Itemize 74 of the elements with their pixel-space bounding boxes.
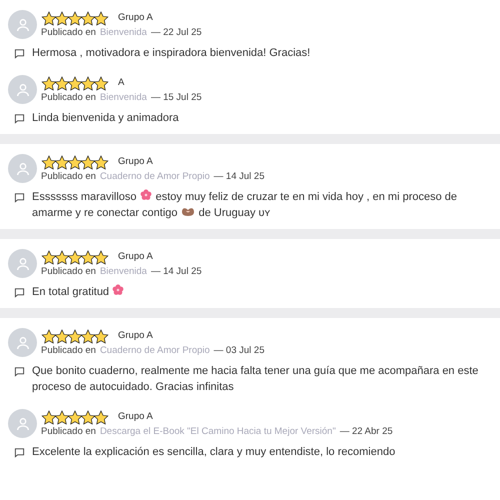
group-label: Grupo A xyxy=(118,329,153,344)
place-link[interactable]: Descarga el E-Book "El Camino Hacia tu Mejor Versión" xyxy=(100,426,336,438)
posted-label: Publicado en xyxy=(41,26,96,38)
star-icon xyxy=(54,76,70,92)
person-icon xyxy=(14,82,30,98)
group-label: Grupo A xyxy=(118,250,153,264)
star-icon xyxy=(67,154,83,171)
comment-text: Excelente la explicación es sencilla, clara y muy entendiste, lo recomiendo xyxy=(32,445,396,460)
star-icon xyxy=(41,250,57,266)
star-icon xyxy=(80,10,96,27)
star-icon xyxy=(41,76,57,92)
posted-label: Publicado en xyxy=(41,170,96,182)
comment-text: En total gratitud xyxy=(32,284,492,300)
star-icon xyxy=(41,10,57,27)
person-icon xyxy=(14,256,30,272)
star-icon xyxy=(41,410,57,426)
star-icon xyxy=(80,154,96,171)
comment-text: Linda bienvenida y animadora xyxy=(32,111,180,126)
post-date: — 22 Abr 25 xyxy=(340,426,393,438)
comment-text: Que bonito cuaderno, realmente me hacia falta tener una guía que me acompañara en este proceso de autocuidado. Gracias infinitas xyxy=(32,364,480,395)
posted-label: Publicado en xyxy=(41,344,96,356)
star-icon xyxy=(67,76,83,92)
star-icon xyxy=(54,10,70,27)
group-label: Grupo A xyxy=(118,11,153,26)
comment-icon xyxy=(14,113,25,124)
posted-label: Publicado en xyxy=(41,426,96,438)
comment-icon xyxy=(14,192,25,203)
flower-icon xyxy=(112,284,124,296)
star-icon xyxy=(41,154,57,171)
star-icon xyxy=(80,250,96,266)
place-link[interactable]: Bienvenida xyxy=(100,266,147,278)
group-label: Grupo A xyxy=(118,410,153,424)
star-icon xyxy=(93,10,109,27)
star-icon xyxy=(93,250,109,266)
star-icon xyxy=(67,250,83,266)
star-icon xyxy=(93,328,109,345)
star-icon xyxy=(41,328,57,345)
star-icon xyxy=(93,154,109,171)
place-link[interactable]: Cuaderno de Amor Propio xyxy=(100,344,210,356)
comment-icon xyxy=(14,366,25,377)
comment-text: Esssssss maravilloso estoy muy feliz de cruzar te en mi vida hoy , en mi proceso de amarme y re conectar contigo de Uruguay ᴜʏ xyxy=(32,189,458,221)
place-link[interactable]: Bienvenida xyxy=(100,92,147,104)
comment-icon xyxy=(14,287,25,298)
comment-icon xyxy=(14,48,25,59)
person-icon xyxy=(14,334,30,350)
posted-label: Publicado en xyxy=(41,266,96,278)
flower-icon xyxy=(140,189,152,201)
posted-label: Publicado en xyxy=(41,92,96,104)
star-icon xyxy=(80,410,96,426)
group-label: Grupo A xyxy=(118,155,153,170)
place-link[interactable]: Cuaderno de Amor Propio xyxy=(100,170,210,182)
comment-icon xyxy=(14,447,25,458)
post-date: — 15 Jul 25 xyxy=(150,92,202,104)
post-date: — 14 Jul 25 xyxy=(214,170,264,182)
star-icon xyxy=(67,328,83,345)
star-icon xyxy=(93,410,109,426)
star-icon xyxy=(67,410,83,426)
star-icon xyxy=(93,76,109,92)
comment-text: Hermosa , motivadora e inspiradora bienvenida! Gracias! xyxy=(32,46,312,61)
star-icon xyxy=(80,76,96,92)
person-icon xyxy=(14,16,30,32)
place-link[interactable]: Bienvenida xyxy=(100,26,147,38)
post-date: — 14 Jul 25 xyxy=(150,266,202,278)
star-icon xyxy=(67,10,83,27)
post-date: — 22 Jul 25 xyxy=(150,26,202,38)
group-label: A xyxy=(118,76,124,90)
star-icon xyxy=(80,328,96,345)
post-date: — 03 Jul 25 xyxy=(214,344,264,356)
star-icon xyxy=(54,410,70,426)
star-icon xyxy=(54,154,70,171)
star-icon xyxy=(54,250,70,266)
person-icon xyxy=(14,160,30,176)
person-icon xyxy=(14,416,30,432)
star-icon xyxy=(54,328,70,345)
